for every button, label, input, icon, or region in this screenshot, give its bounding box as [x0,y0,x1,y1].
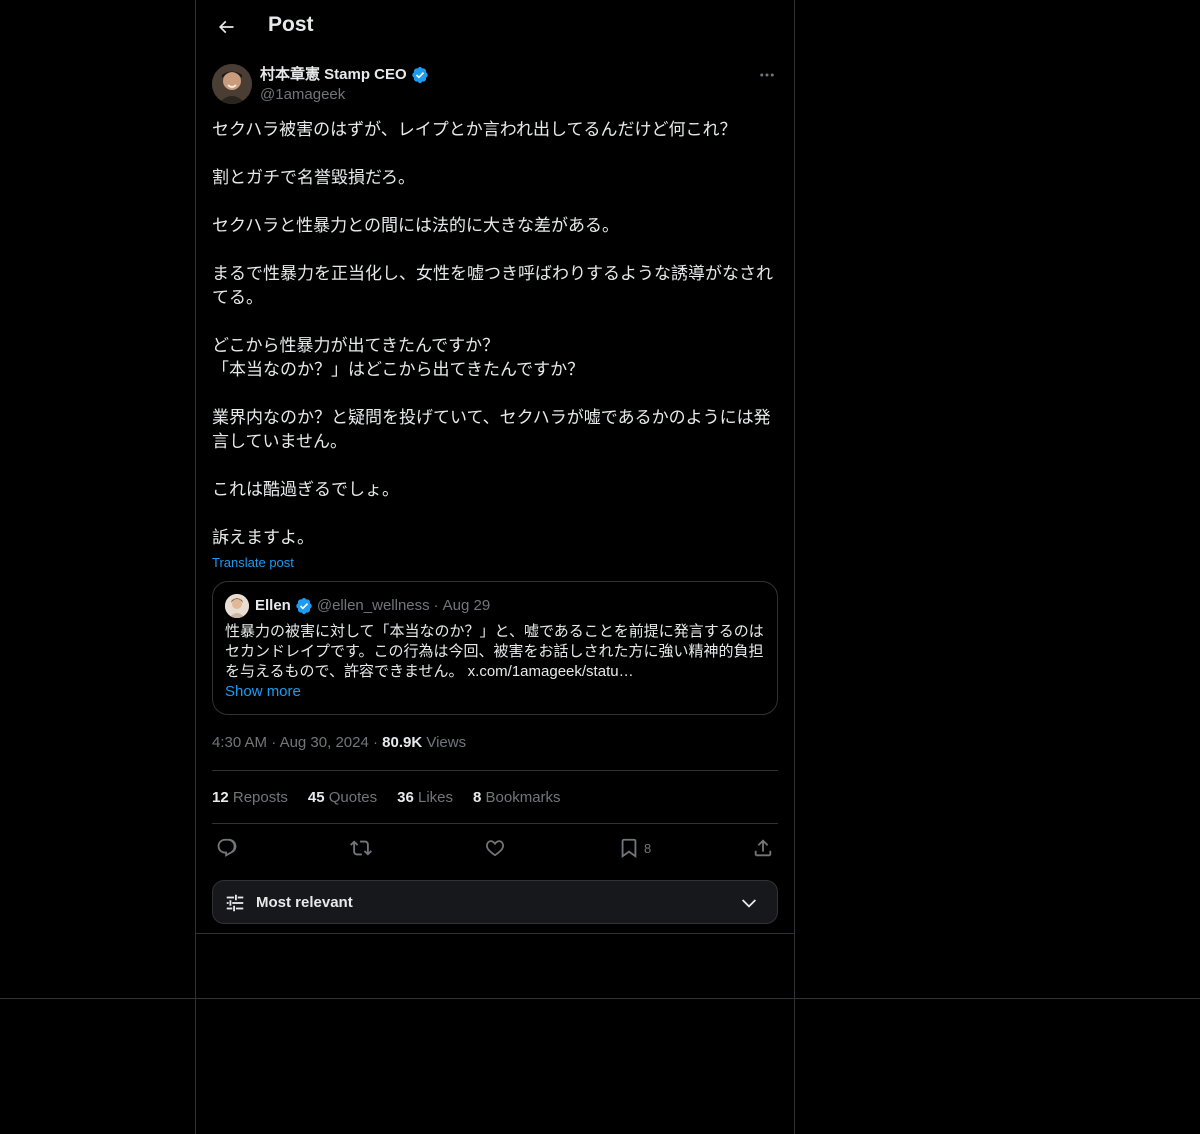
avatar[interactable] [212,64,252,104]
post-date[interactable]: Aug 30, 2024 [280,734,369,751]
author-name-row[interactable]: 村本章憲 Stamp CEO [260,65,429,85]
quoted-separator: · [433,597,439,614]
post: 村本章憲 Stamp CEO @1amageek セクハラ被害のはずが、レイプと… [212,64,778,924]
action-bar: 8 [212,824,778,872]
post-text: セクハラ被害のはずが、レイプとか言われ出してるんだけど何これ？ 割とガチで名誉毀… [212,120,773,547]
meta-separator: · [271,734,277,751]
author-handle[interactable]: @1amageek [260,85,429,105]
quotes-label: Quotes [328,788,378,806]
post-meta: 4:30 AM · Aug 30, 2024 · 80.9K Views [212,733,778,771]
back-button[interactable] [208,9,244,45]
post-time[interactable]: 4:30 AM [212,734,267,751]
verified-badge-icon [295,597,313,615]
reposts-count: 12 [212,788,229,806]
share-button[interactable] [752,836,774,860]
reply-button[interactable] [216,836,238,860]
page-title: Post [268,13,314,36]
stat-quotes[interactable]: 45 Quotes [308,789,377,806]
stat-likes[interactable]: 36 Likes [397,789,453,806]
repost-icon [350,837,372,859]
reply-icon [216,837,238,859]
column-divider [196,933,794,934]
chevron-down-icon [739,894,759,912]
quoted-avatar[interactable] [225,594,249,618]
bookmark-icon [618,837,640,859]
quoted-text: 性暴力の被害に対して「本当なのか？」と、嘘であることを前提に発言するのはセカンド… [225,623,764,680]
quoted-display-name[interactable]: Ellen [255,596,291,616]
like-button[interactable] [484,836,506,860]
show-more-link[interactable]: Show more [225,682,765,702]
stat-reposts[interactable]: 12 Reposts [212,789,288,806]
quoted-date[interactable]: Aug 29 [443,596,491,616]
sort-label: Most relevant [256,894,353,911]
quoted-handle[interactable]: @ellen_wellness [317,596,430,616]
views-label: Views [426,734,467,751]
heart-icon [484,837,506,859]
share-icon [752,837,774,859]
more-horizontal-icon [758,66,776,84]
likes-label: Likes [417,788,454,806]
bookmarks-count: 8 [473,788,482,806]
bookmark-count: 8 [644,840,652,856]
stat-bookmarks[interactable]: 8 Bookmarks [473,789,561,806]
verified-badge-icon [411,66,429,84]
quoted-post[interactable]: Ellen @ellen_wellness · Aug 29 性暴力の被害に対し… [212,581,778,715]
repost-button[interactable] [350,836,372,860]
post-stats: 12 Reposts 45 Quotes 36 Likes 8 Bookmark… [212,771,778,824]
reposts-label: Reposts [232,788,288,806]
arrow-left-icon [216,17,236,37]
quotes-count: 45 [307,788,325,806]
likes-count: 36 [397,788,414,806]
translate-post-link[interactable]: Translate post [212,554,778,572]
author-display-name[interactable]: 村本章憲 Stamp CEO [260,65,407,85]
meta-separator: · [372,734,378,751]
sliders-icon [224,892,246,914]
views-count: 80.9K [382,734,423,751]
quoted-post-header: Ellen @ellen_wellness · Aug 29 [225,594,765,618]
more-button[interactable] [756,64,778,86]
bookmark-button[interactable]: 8 [618,836,651,860]
main-column: Post 村本章憲 Stamp CEO @1amageek セクハラ被害のはずが… [195,0,795,1134]
bookmarks-label: Bookmarks [485,788,561,806]
author-row: 村本章憲 Stamp CEO @1amageek [212,64,778,106]
sort-replies-dropdown[interactable]: Most relevant [212,880,778,924]
author-names: 村本章憲 Stamp CEO @1amageek [260,65,429,105]
page-header: Post [196,0,794,54]
